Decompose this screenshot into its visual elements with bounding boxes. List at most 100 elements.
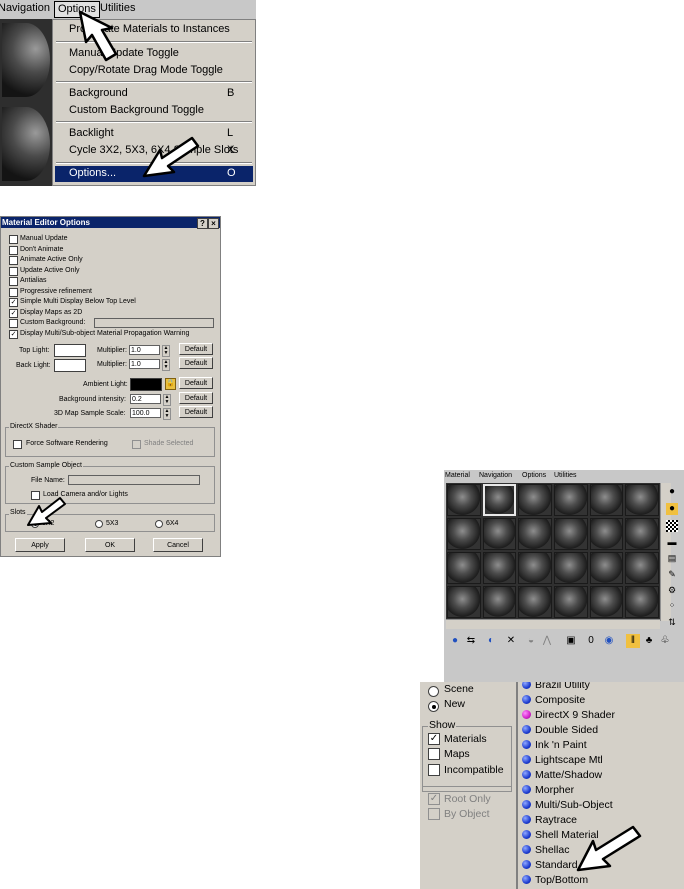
spinner-icon[interactable]: ▲ ▼ (163, 408, 171, 420)
sample-slot[interactable] (589, 518, 624, 550)
sample-slot[interactable] (518, 586, 552, 618)
custom-background-field[interactable] (94, 318, 214, 328)
ok-button[interactable]: OK (85, 538, 135, 552)
sample-slot[interactable] (589, 586, 624, 618)
back-light-swatch[interactable] (54, 359, 86, 372)
sample-sphere[interactable] (2, 23, 50, 97)
lock-icon[interactable]: 🔒 (165, 378, 176, 390)
sample-slot[interactable] (625, 552, 659, 584)
checkbox-simple-multi[interactable]: ✓ (9, 298, 18, 307)
checkbox-dont-animate[interactable] (9, 245, 18, 255)
get-material-icon[interactable]: ● (448, 634, 462, 648)
menu-utilities[interactable]: Utilities (554, 472, 577, 479)
default-button[interactable]: Default (179, 343, 213, 355)
list-item[interactable]: Brazil Utility (522, 682, 590, 693)
sample-slot[interactable] (518, 484, 552, 516)
preview-icon[interactable]: ✎ (666, 568, 678, 580)
material-navigator-icon[interactable]: ⇅ (666, 616, 678, 628)
library-icon[interactable]: ▣ (564, 634, 578, 648)
checkbox-update-active[interactable] (9, 266, 18, 276)
sample-slot[interactable] (482, 518, 517, 550)
menu-navigation[interactable]: Navigation (479, 472, 512, 479)
sample-slot[interactable] (482, 586, 517, 618)
help-button[interactable]: ? (197, 218, 208, 229)
background-icon[interactable] (666, 520, 678, 532)
checkbox-force-software[interactable] (13, 440, 22, 449)
sample-slot[interactable] (554, 518, 588, 550)
back-multiplier-field[interactable]: 1.0 (129, 359, 160, 369)
show-map-icon[interactable]: ◉ (602, 634, 616, 648)
sample-slot[interactable] (518, 552, 552, 584)
list-item[interactable]: Composite (522, 693, 585, 708)
sample-slot[interactable] (554, 484, 588, 516)
effects-channel-icon[interactable]: 0 (584, 634, 598, 648)
sample-type-icon[interactable]: ● (666, 486, 678, 498)
unique-icon[interactable]: ⋀ (540, 634, 554, 648)
checkbox-propagation-warning[interactable]: ✓ (9, 329, 18, 339)
list-item[interactable]: Shellac (522, 843, 569, 858)
sample-slot[interactable] (589, 484, 624, 516)
ambient-light-swatch[interactable] (130, 378, 162, 391)
checkbox-custom-background[interactable] (9, 319, 18, 328)
radio-new[interactable] (428, 701, 439, 712)
checkbox-by-object[interactable] (428, 808, 440, 820)
spinner-icon[interactable]: ▲ ▼ (162, 345, 170, 357)
list-item[interactable]: Ink 'n Paint (522, 738, 587, 753)
default-button[interactable]: Default (179, 377, 213, 389)
menu-item-options[interactable]: Options... (69, 167, 116, 179)
top-light-swatch[interactable] (54, 344, 86, 357)
backlight-icon[interactable]: ● (666, 503, 678, 515)
sample-slot[interactable] (518, 518, 552, 550)
video-check-icon[interactable]: ▤ (666, 552, 678, 564)
sample-slot[interactable] (625, 484, 659, 516)
list-item[interactable]: Matte/Shadow (522, 768, 602, 783)
list-item[interactable]: Double Sided (522, 723, 598, 738)
reset-icon[interactable]: ✕ (504, 634, 518, 648)
sample-slot[interactable] (447, 586, 481, 618)
checkbox-display-maps-2d[interactable]: ✓ (9, 308, 18, 318)
checkbox-progressive[interactable] (9, 287, 18, 297)
select-by-material-icon[interactable]: ⁘ (666, 600, 678, 612)
sample-slot[interactable] (447, 518, 481, 550)
checkbox-maps[interactable] (428, 748, 440, 760)
go-parent-icon[interactable]: ♣ (642, 634, 656, 648)
cancel-button[interactable]: Cancel (153, 538, 203, 552)
menu-item-background[interactable]: Background (69, 87, 128, 99)
list-item[interactable]: Lightscape Mtl (522, 753, 603, 768)
checkbox-incompatible[interactable] (428, 764, 440, 776)
close-button[interactable]: × (208, 218, 219, 229)
sample-slot[interactable] (625, 586, 659, 618)
put-to-scene-icon[interactable]: ⇆ (464, 634, 478, 648)
sample-slot[interactable] (447, 484, 481, 516)
radio-5x3[interactable] (95, 520, 103, 528)
sample-slot[interactable] (589, 552, 624, 584)
go-sibling-icon[interactable]: ♧ (658, 634, 672, 648)
list-item[interactable]: Morpher (522, 783, 574, 798)
sample-slot[interactable] (482, 484, 517, 516)
map-scale-field[interactable]: 100.0 (130, 408, 161, 418)
sample-sphere[interactable] (2, 107, 50, 181)
list-item[interactable]: Multi/Sub-Object (522, 798, 613, 813)
tiling-icon[interactable]: ▬ (666, 536, 678, 548)
checkbox-root-only[interactable]: ✓ (428, 793, 440, 805)
checkbox-manual-update[interactable] (9, 235, 18, 244)
copy-icon[interactable]: ◒ (524, 634, 538, 648)
menu-item-custom-background[interactable]: Custom Background Toggle (69, 104, 204, 116)
checkbox-materials[interactable]: ✓ (428, 733, 440, 745)
checkbox-shade-selected[interactable] (132, 440, 141, 449)
checkbox-animate-active[interactable] (9, 256, 18, 265)
top-multiplier-field[interactable]: 1.0 (129, 345, 160, 355)
menu-options[interactable]: Options (522, 472, 546, 479)
options-icon[interactable]: ⚙ (666, 584, 678, 596)
checkbox-antialias[interactable] (9, 277, 18, 286)
spinner-icon[interactable]: ▲ ▼ (163, 394, 171, 406)
default-button[interactable]: Default (179, 357, 213, 369)
default-button[interactable]: Default (179, 392, 213, 404)
menu-item-backlight[interactable]: Backlight (69, 127, 114, 139)
list-item[interactable]: Standard (522, 858, 578, 873)
sample-slot[interactable] (554, 586, 588, 618)
sample-slot[interactable] (447, 552, 481, 584)
assign-icon[interactable]: ◐ (484, 634, 498, 648)
show-end-icon[interactable]: ‖ (626, 634, 640, 648)
radio-scene[interactable] (428, 686, 439, 697)
